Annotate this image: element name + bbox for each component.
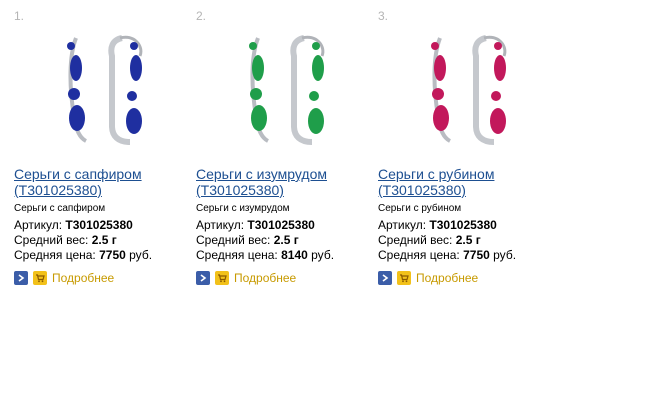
earring-left — [67, 37, 88, 143]
product-title-link[interactable]: Серьги с рубином (Т301025380) — [378, 166, 553, 198]
weight-value: 2.5 г — [91, 233, 117, 247]
go-button[interactable] — [378, 271, 392, 285]
article-row: Артикул: Т301025380 — [196, 218, 315, 232]
cart-button[interactable] — [397, 271, 411, 285]
details-link[interactable]: Подробнее — [234, 271, 296, 285]
weight-label: Средний вес: — [196, 233, 271, 247]
go-button[interactable] — [196, 271, 210, 285]
article-value: Т301025380 — [429, 218, 497, 232]
cart-icon — [218, 274, 227, 283]
weight-row: Средний вес: 2.5 г — [378, 233, 481, 247]
article-row: Артикул: Т301025380 — [14, 218, 133, 232]
cart-button[interactable] — [215, 271, 229, 285]
price-label: Средняя цена: — [196, 248, 278, 262]
article-row: Артикул: Т301025380 — [378, 218, 497, 232]
weight-value: 2.5 г — [273, 233, 299, 247]
cart-button[interactable] — [33, 271, 47, 285]
chevron-right-icon — [382, 274, 389, 282]
product-actions: Подробнее — [378, 270, 478, 286]
price-currency: руб. — [493, 248, 517, 262]
earring-left — [431, 37, 452, 143]
price-currency: руб. — [311, 248, 335, 262]
chevron-right-icon — [18, 274, 25, 282]
product-description: Серьги с сапфиром — [14, 203, 106, 214]
weight-value: 2.5 г — [455, 233, 481, 247]
chevron-right-icon — [200, 274, 207, 282]
earring-right — [290, 35, 325, 145]
product-index: 2. — [196, 9, 207, 23]
earring-right — [472, 35, 507, 145]
earring-right — [108, 35, 143, 145]
weight-label: Средний вес: — [378, 233, 453, 247]
cart-icon — [400, 274, 409, 283]
details-link[interactable]: Подробнее — [52, 271, 114, 285]
details-link[interactable]: Подробнее — [416, 271, 478, 285]
weight-row: Средний вес: 2.5 г — [14, 233, 117, 247]
weight-label: Средний вес: — [14, 233, 89, 247]
article-label: Артикул: — [14, 218, 63, 232]
earring-left — [249, 37, 270, 143]
price-value: 8140 — [281, 248, 312, 262]
article-label: Артикул: — [196, 218, 245, 232]
price-label: Средняя цена: — [14, 248, 96, 262]
price-value: 7750 — [463, 248, 494, 262]
price-row: Средняя цена: 7750 руб. — [378, 248, 516, 262]
product-actions: Подробнее — [14, 270, 114, 286]
product-index: 1. — [14, 9, 25, 23]
product-index: 3. — [378, 9, 389, 23]
cart-icon — [36, 274, 45, 283]
product-description: Серьги с рубином — [378, 203, 462, 214]
price-currency: руб. — [129, 248, 153, 262]
product-title-link[interactable]: Серьги с изумрудом (Т301025380) — [196, 166, 371, 198]
price-label: Средняя цена: — [378, 248, 460, 262]
article-value: Т301025380 — [247, 218, 315, 232]
go-button[interactable] — [14, 271, 28, 285]
earrings-image[interactable] — [14, 26, 189, 156]
earrings-image[interactable] — [378, 26, 553, 156]
article-label: Артикул: — [378, 218, 427, 232]
article-value: Т301025380 — [65, 218, 133, 232]
price-row: Средняя цена: 8140 руб. — [196, 248, 334, 262]
earrings-image[interactable] — [196, 26, 371, 156]
product-description: Серьги с изумрудом — [196, 203, 290, 214]
price-row: Средняя цена: 7750 руб. — [14, 248, 152, 262]
weight-row: Средний вес: 2.5 г — [196, 233, 299, 247]
price-value: 7750 — [99, 248, 130, 262]
product-title-link[interactable]: Серьги с сапфиром (Т301025380) — [14, 166, 189, 198]
product-actions: Подробнее — [196, 270, 296, 286]
